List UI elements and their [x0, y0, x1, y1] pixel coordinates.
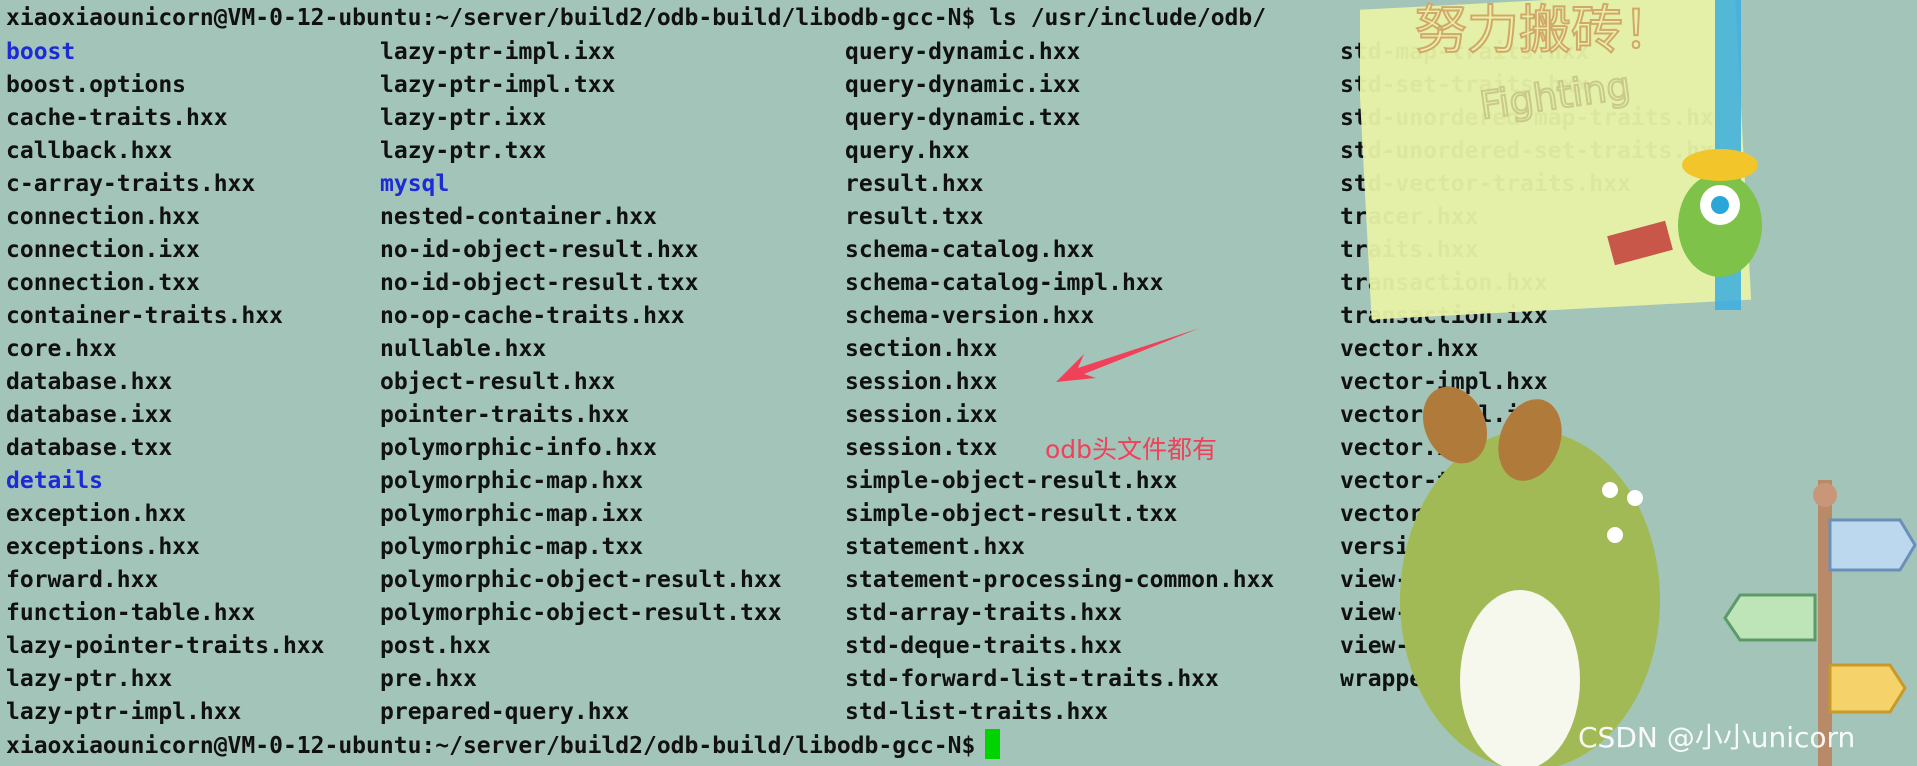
file-entry: simple-object-result.hxx: [845, 468, 1178, 494]
file-entry: statement.hxx: [845, 534, 1026, 560]
file-entry: database.ixx: [6, 402, 173, 428]
file-entry: schema-catalog-impl.hxx: [845, 270, 1164, 296]
file-entry: callback.hxx: [6, 138, 173, 164]
prompt-text: xiaoxiaounicorn@VM-0-12-ubuntu:~/server/…: [6, 733, 976, 759]
file-entry: vector.hxx: [1340, 336, 1479, 362]
file-entry: std-unordered-set-traits.hxx: [1340, 138, 1728, 164]
file-entry: polymorphic-map.ixx: [380, 501, 644, 527]
file-entry: traits.hxx: [1340, 237, 1479, 263]
ls-column-1: boost boost.options cache-traits.hxx callba…: [6, 37, 325, 730]
file-entry: query-dynamic.hxx: [845, 39, 1081, 65]
file-entry: connection.hxx: [6, 204, 200, 230]
file-entry: polymorphic-object-result.hxx: [380, 567, 782, 593]
file-entry: nested-container.hxx: [380, 204, 657, 230]
annotation-label: odb头文件都有: [1045, 435, 1218, 464]
file-entry: transaction.ixx: [1340, 303, 1548, 329]
file-entry: forward.hxx: [6, 567, 159, 593]
file-entry: no-id-object-result.txx: [380, 270, 699, 296]
file-entry: schema-catalog.hxx: [845, 237, 1095, 263]
file-entry: std-set-traits.hxx: [1340, 72, 1590, 98]
file-entry: std-forward-list-traits.hxx: [845, 666, 1219, 692]
file-entry: no-id-object-result.hxx: [380, 237, 699, 263]
directory-entry: boost: [6, 39, 76, 65]
file-entry: query.hxx: [845, 138, 970, 164]
file-entry: std-map-traits.hxx: [1340, 39, 1590, 65]
file-entry: polymorphic-map.hxx: [380, 468, 644, 494]
file-entry: result.hxx: [845, 171, 984, 197]
file-entry: pointer-traits.hxx: [380, 402, 630, 428]
file-entry: view-result.hxx: [1340, 600, 1548, 626]
file-entry: lazy-ptr.txx: [380, 138, 547, 164]
file-entry: transaction.hxx: [1340, 270, 1548, 296]
file-entry: std-array-traits.hxx: [845, 600, 1122, 626]
file-entry: std-deque-traits.hxx: [845, 633, 1122, 659]
directory-entry: mysql: [380, 171, 450, 197]
file-entry: function-table.hxx: [6, 600, 256, 626]
ls-column-2: lazy-ptr-impl.ixx lazy-ptr-impl.txx lazy-p…: [380, 37, 782, 730]
file-entry: connection.ixx: [6, 237, 200, 263]
file-entry: vector-traits.txx: [1340, 501, 1576, 527]
file-entry: lazy-pointer-traits.hxx: [6, 633, 325, 659]
file-entry: object-result.hxx: [380, 369, 616, 395]
file-entry: tracer.hxx: [1340, 204, 1479, 230]
file-entry: std-unordered-map-traits.hxx: [1340, 105, 1728, 131]
file-entry: prepared-query.hxx: [380, 699, 630, 725]
file-entry: std-vector-traits.hxx: [1340, 171, 1631, 197]
prompt-line[interactable]: xiaoxiaounicorn@VM-0-12-ubuntu:~/server/…: [6, 729, 1001, 761]
file-entry: vector.ixx: [1340, 435, 1479, 461]
csdn-watermark: CSDN @小小unicorn: [1578, 721, 1856, 754]
file-entry: polymorphic-object-result.txx: [380, 600, 782, 626]
file-entry: database.hxx: [6, 369, 173, 395]
file-entry: query-dynamic.txx: [845, 105, 1081, 131]
terminal-cursor: [985, 729, 1001, 759]
file-entry: vector-impl.hxx: [1340, 369, 1548, 395]
annotation-arrow: [1056, 328, 1200, 382]
file-entry: result.txx: [845, 204, 984, 230]
file-entry: pre.hxx: [380, 666, 477, 692]
file-entry: cache-traits.hxx: [6, 105, 228, 131]
file-entry: exceptions.hxx: [6, 534, 200, 560]
file-entry: lazy-ptr.hxx: [6, 666, 173, 692]
file-entry: session.ixx: [845, 402, 998, 428]
file-entry: lazy-ptr-impl.txx: [380, 72, 616, 98]
file-entry: lazy-ptr.ixx: [380, 105, 547, 131]
directory-entry: details: [6, 468, 103, 494]
file-entry: view-image.hxx: [1340, 567, 1534, 593]
file-entry: view-result.txx: [1340, 633, 1548, 659]
file-entry: database.txx: [6, 435, 173, 461]
file-entry: connection.txx: [6, 270, 200, 296]
file-entry: nullable.hxx: [380, 336, 547, 362]
terminal-window[interactable]: xiaoxiaounicorn@VM-0-12-ubuntu:~/server/…: [0, 0, 1917, 766]
file-entry: lazy-ptr-impl.ixx: [380, 39, 616, 65]
file-entry: lazy-ptr-impl.hxx: [6, 699, 242, 725]
file-entry: std-list-traits.hxx: [845, 699, 1109, 725]
file-entry: no-op-cache-traits.hxx: [380, 303, 685, 329]
file-entry: core.hxx: [6, 336, 117, 362]
file-entry: query-dynamic.ixx: [845, 72, 1081, 98]
file-entry: c-array-traits.hxx: [6, 171, 256, 197]
file-entry: polymorphic-map.txx: [380, 534, 644, 560]
file-entry: post.hxx: [380, 633, 491, 659]
file-entry: boost.options: [6, 72, 187, 98]
ls-column-4: std-map-traits.hxx std-set-traits.hxx std-…: [1340, 37, 1728, 697]
file-entry: simple-object-result.txx: [845, 501, 1178, 527]
file-entry: polymorphic-info.hxx: [380, 435, 657, 461]
file-entry: vector-traits.hxx: [1340, 468, 1576, 494]
file-entry: wrapper-traits.hxx: [1340, 666, 1590, 692]
file-entry: vector-impl.ixx: [1340, 402, 1548, 428]
file-entry: statement-processing-common.hxx: [845, 567, 1275, 593]
file-entry: container-traits.hxx: [6, 303, 283, 329]
file-entry: exception.hxx: [6, 501, 187, 527]
command-line: xiaoxiaounicorn@VM-0-12-ubuntu:~/server/…: [6, 5, 1267, 31]
file-entry: version.hxx: [1340, 534, 1493, 560]
